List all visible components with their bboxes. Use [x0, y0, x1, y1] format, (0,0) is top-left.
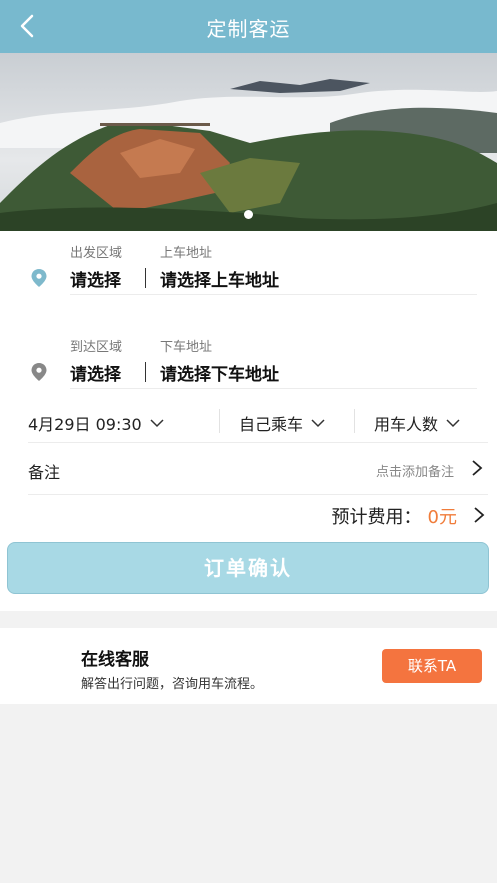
service-title: 在线客服: [81, 650, 149, 670]
divider: [145, 268, 146, 288]
carousel-dot[interactable]: [244, 210, 253, 219]
divider: [354, 409, 355, 433]
booking-form: 出发区域 上车地址 请选择 请选择上车地址 到达区域 下车地址 请选择 请选择下…: [0, 231, 497, 611]
divider: [145, 362, 146, 382]
chevron-right-icon[interactable]: [473, 506, 485, 524]
chevron-down-icon: [150, 418, 164, 427]
chevron-down-icon: [446, 418, 460, 427]
divider: [28, 442, 488, 443]
divider: [28, 494, 488, 495]
departure-area-label: 出发区域: [70, 246, 123, 261]
service-description: 解答出行问题，咨询用车流程。: [81, 677, 264, 692]
estimated-fee: 预计费用： 0元: [332, 503, 457, 529]
header-bar: 定制客运: [0, 0, 497, 53]
dropoff-address-select[interactable]: 请选择下车地址: [160, 360, 279, 385]
arrival-area-select[interactable]: 请选择: [70, 360, 121, 385]
datetime-select[interactable]: 4月29日 09:30: [28, 411, 164, 435]
passenger-count-select[interactable]: 用车人数: [374, 411, 460, 435]
confirm-order-button[interactable]: 订单确认: [7, 542, 489, 594]
location-pin-icon: [31, 363, 47, 381]
banner-image[interactable]: [0, 53, 497, 231]
divider: [219, 409, 220, 433]
chevron-down-icon: [311, 418, 325, 427]
contact-button[interactable]: 联系TA: [382, 649, 482, 683]
departure-area-select[interactable]: 请选择: [70, 266, 121, 291]
ride-type-select[interactable]: 自己乘车: [239, 411, 325, 435]
pickup-address-select[interactable]: 请选择上车地址: [160, 266, 279, 291]
remark-input[interactable]: 点击添加备注: [376, 461, 454, 480]
pickup-address-label: 上车地址: [160, 246, 213, 261]
online-service-card: 在线客服 解答出行问题，咨询用车流程。 联系TA: [0, 628, 497, 704]
chevron-right-icon[interactable]: [471, 459, 483, 477]
dropoff-address-label: 下车地址: [160, 340, 213, 355]
location-pin-icon: [31, 269, 47, 287]
arrival-area-label: 到达区域: [70, 340, 123, 355]
divider: [70, 294, 477, 295]
fee-label: 预计费用：: [331, 507, 422, 528]
passenger-count-value: 用车人数: [374, 415, 439, 434]
page-title: 定制客运: [206, 17, 291, 41]
divider: [70, 388, 477, 389]
ride-type-value: 自己乘车: [239, 415, 304, 434]
fee-amount: 0元: [427, 507, 457, 528]
datetime-value: 4月29日 09:30: [28, 415, 142, 434]
remark-label: 备注: [28, 463, 61, 482]
